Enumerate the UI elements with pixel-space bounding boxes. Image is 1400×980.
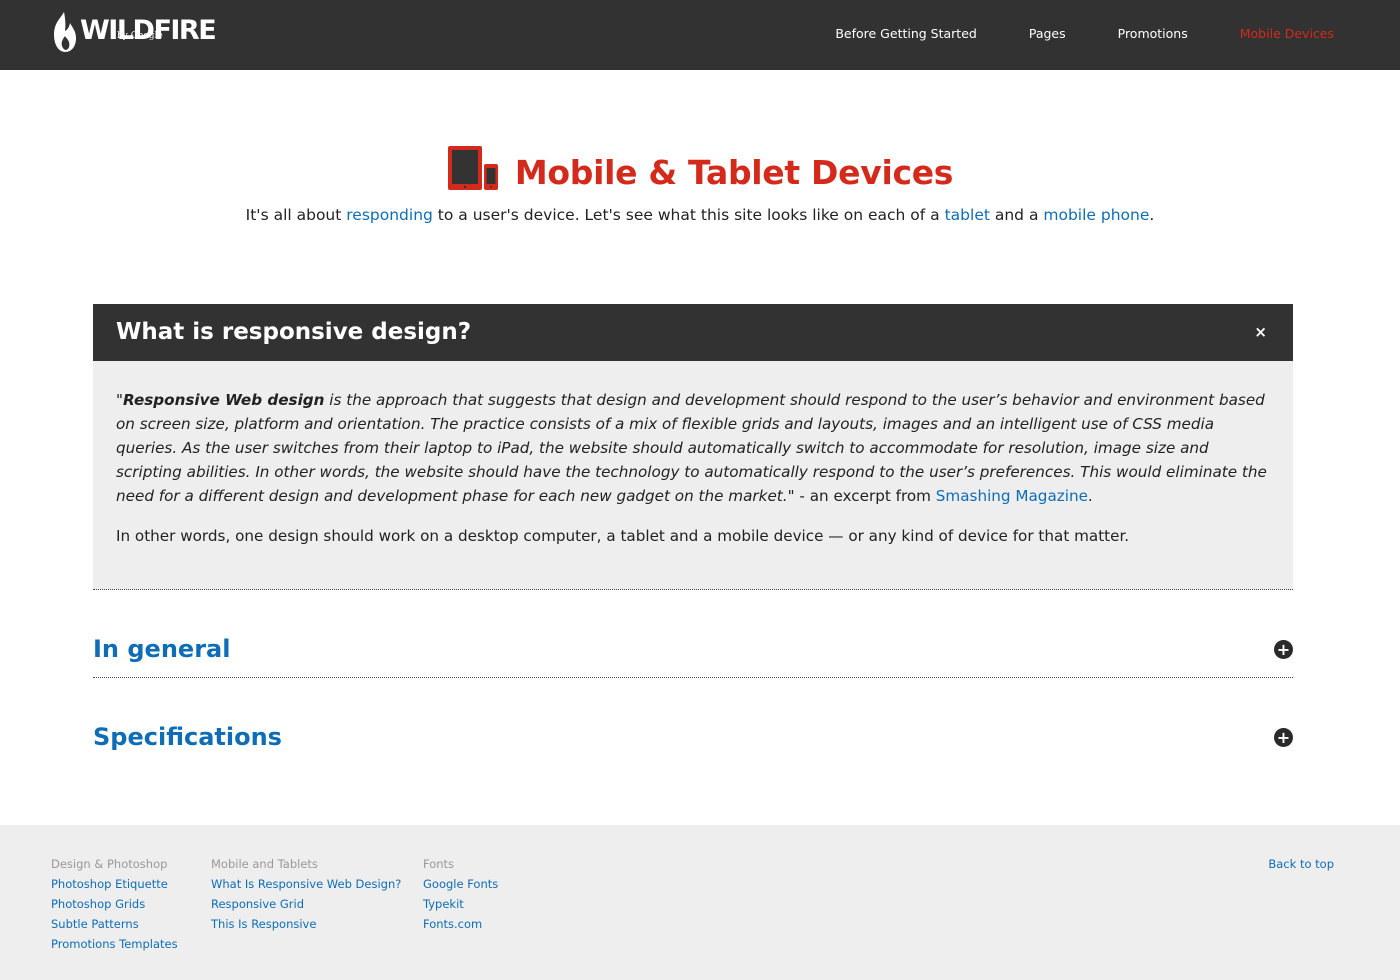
plus-circle-icon[interactable]: + <box>1274 640 1293 659</box>
main-nav: Before Getting Started Pages Promotions … <box>783 26 1334 41</box>
subtitle-text: to a user's device. Let's see what this … <box>432 206 945 224</box>
nav-before-getting-started[interactable]: Before Getting Started <box>835 26 977 41</box>
footer-link[interactable]: Subtle Patterns <box>51 914 178 934</box>
panel-title: What is responsive design? <box>116 319 472 345</box>
footer-link[interactable]: Responsive Grid <box>211 894 401 914</box>
smashing-magazine-link[interactable]: Smashing Magazine <box>936 487 1088 505</box>
nav-mobile-devices[interactable]: Mobile Devices <box>1240 26 1334 41</box>
footer-link[interactable]: Photoshop Grids <box>51 894 178 914</box>
quote-term: Responsive Web design <box>123 391 325 409</box>
accordion-title[interactable]: In general <box>93 634 230 664</box>
page-title: Mobile & Tablet Devices <box>514 153 954 192</box>
footer-column-mobile: Mobile and Tablets What Is Responsive We… <box>211 854 401 934</box>
top-navigation-bar: WILDFIRE by Google Before Getting Starte… <box>0 0 1400 70</box>
plus-circle-icon[interactable]: + <box>1274 728 1293 747</box>
footer-link[interactable]: This Is Responsive <box>211 914 401 934</box>
back-to-top-link[interactable]: Back to top <box>1268 854 1334 874</box>
footer-column-heading: Fonts <box>423 857 455 871</box>
quote-attribution: " - an excerpt from <box>787 487 936 505</box>
nav-pages[interactable]: Pages <box>1029 26 1066 41</box>
devices-icon <box>447 146 498 190</box>
nav-promotions[interactable]: Promotions <box>1118 26 1188 41</box>
accordion-specifications[interactable]: Specifications + <box>93 706 1293 766</box>
page-heading: Mobile & Tablet Devices <box>0 144 1400 192</box>
tablet-link[interactable]: tablet <box>945 206 990 224</box>
mobile-phone-link[interactable]: mobile phone <box>1043 206 1149 224</box>
responding-link[interactable]: responding <box>346 206 433 224</box>
flame-logo-icon <box>54 12 76 52</box>
footer-link[interactable]: Google Fonts <box>423 874 498 894</box>
footer-link[interactable]: Promotions Templates <box>51 934 178 954</box>
page-footer: Design & Photoshop Photoshop Etiquette P… <box>0 825 1400 980</box>
responsive-design-quote: "Responsive Web design is the approach t… <box>116 388 1270 508</box>
panel-paragraph: In other words, one design should work o… <box>116 527 1130 545</box>
footer-column-heading: Mobile and Tablets <box>211 857 318 871</box>
subtitle-text: It's all about <box>245 206 347 224</box>
footer-link[interactable]: Photoshop Etiquette <box>51 874 178 894</box>
quote-mark: " <box>116 391 123 409</box>
footer-link[interactable]: What Is Responsive Web Design? <box>211 874 401 894</box>
accordion-title[interactable]: Specifications <box>93 722 282 752</box>
responsive-design-panel-body: "Responsive Web design is the approach t… <box>93 361 1293 590</box>
footer-link[interactable]: Typekit <box>423 894 498 914</box>
quote-end: . <box>1087 487 1093 505</box>
responsive-design-panel-header[interactable]: What is responsive design? × <box>93 304 1293 361</box>
subtitle-text: and a <box>989 206 1044 224</box>
footer-column-design: Design & Photoshop Photoshop Etiquette P… <box>51 854 178 954</box>
subtitle-text: . <box>1149 206 1155 224</box>
page-subtitle: It's all about responding to a user's de… <box>0 206 1400 224</box>
footer-link[interactable]: Fonts.com <box>423 914 498 934</box>
footer-column-heading: Design & Photoshop <box>51 857 168 871</box>
accordion-in-general[interactable]: In general + <box>93 618 1293 678</box>
footer-column-fonts: Fonts Google Fonts Typekit Fonts.com <box>423 854 498 934</box>
logo-byline: by Google <box>117 31 163 41</box>
close-icon[interactable]: × <box>1254 323 1267 341</box>
